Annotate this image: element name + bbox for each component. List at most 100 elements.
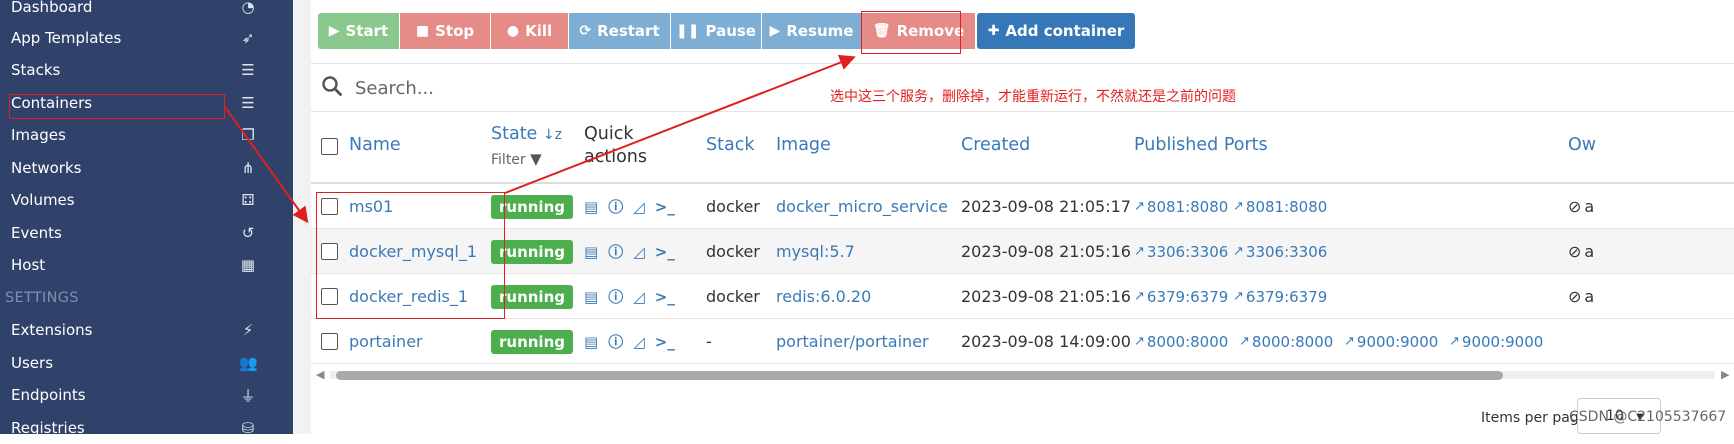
info-icon[interactable]: ⓘ [608,196,623,217]
published-port-link[interactable]: ↗ 8081:8080 [1134,184,1228,229]
created-cell: 2023-09-08 21:05:17 [961,197,1131,216]
start-button[interactable]: ▶ Start [318,13,399,49]
console-icon[interactable]: >_ [655,333,675,351]
plug-icon: ⏚ [240,386,256,405]
column-header-image[interactable]: Image [776,135,831,155]
resume-button[interactable]: ▶ Resume [762,13,861,49]
table-row: docker_mysql_1 running ▤ ⓘ ◿ >_ docker m… [311,229,1734,274]
published-port-link[interactable]: ↗ 3306:3306 [1233,229,1327,274]
play-icon: ▶ [328,23,340,39]
stats-icon[interactable]: ◿ [633,288,645,306]
ownership-cell: ⊘ a [1568,229,1594,274]
stop-icon: ■ [415,23,430,39]
kill-button[interactable]: ● Kill [491,13,568,49]
container-name-link[interactable]: portainer [349,319,423,364]
logs-icon[interactable]: ▤ [584,243,598,261]
kill-label: Kill [525,22,553,40]
add-container-label: Add container [1005,22,1125,40]
sidebar-item-volumes[interactable]: Volumes ⚃ [0,184,293,216]
published-port-link[interactable]: ↗ 6379:6379 [1134,274,1228,319]
image-link[interactable]: redis:6.0.20 [776,274,871,319]
port-value: 9000:9000 [1356,332,1439,351]
published-port-link[interactable]: ↗ 9000:9000 [1344,319,1438,364]
table-row: docker_redis_1 running ▤ ⓘ ◿ >_ docker r… [311,274,1734,319]
column-header-ownership[interactable]: Ow [1568,135,1596,155]
stop-button[interactable]: ■ Stop [400,13,490,49]
sidebar-item-events[interactable]: Events ↺ [0,217,293,249]
column-header-created[interactable]: Created [961,135,1030,155]
info-icon[interactable]: ⓘ [608,286,623,307]
sidebar-item-extensions[interactable]: Extensions ⚡ [0,314,293,346]
info-icon[interactable]: ⓘ [608,241,623,262]
console-icon[interactable]: >_ [655,288,675,306]
status-badge: running [491,329,573,354]
info-icon[interactable]: ⓘ [608,331,623,352]
scroll-right-icon[interactable]: ▶ [1721,368,1729,381]
start-label: Start [345,22,389,40]
add-container-button[interactable]: ✚ Add container [977,13,1135,49]
server-icon: ☰ [241,94,255,112]
image-link[interactable]: docker_micro_service [776,184,948,229]
image-link[interactable]: portainer/portainer [776,319,929,364]
stack-cell: - [706,332,712,351]
horizontal-scrollbar[interactable]: ◀ ▶ [316,368,1734,382]
published-port-link[interactable]: ↗ 6379:6379 [1233,274,1327,319]
column-header-state[interactable]: State ↓z [491,124,562,144]
ownership-value: a [1584,197,1595,216]
bolt-icon: ⚡ [242,321,254,339]
logs-icon[interactable]: ▤ [584,333,598,351]
sidebar-item-endpoints[interactable]: Endpoints ⏚ [0,379,293,411]
restart-button[interactable]: ⟳ Restart [569,13,670,49]
external-link-icon: ↗ [1233,289,1244,304]
column-header-published-ports[interactable]: Published Ports [1134,135,1268,155]
column-header-stack[interactable]: Stack [706,135,754,155]
logs-icon[interactable]: ▤ [584,198,598,216]
stats-icon[interactable]: ◿ [633,243,645,261]
pause-button[interactable]: ❚❚ Pause [671,13,761,49]
search-icon [322,76,342,96]
console-icon[interactable]: >_ [655,198,675,216]
stats-icon[interactable]: ◿ [633,198,645,216]
published-port-link[interactable]: ↗ 8081:8080 [1233,184,1327,229]
external-link-icon: ↗ [1134,334,1145,349]
console-icon[interactable]: >_ [655,243,675,261]
external-link-icon: ↗ [1239,334,1250,349]
published-port-link[interactable]: ↗ 3306:3306 [1134,229,1228,274]
port-value: 3306:3306 [1245,242,1328,261]
sidebar-item-host[interactable]: Host ▦ [0,249,293,281]
rocket-icon: ➶ [241,29,255,47]
sidebar-item-dashboard[interactable]: Dashboard ◔ [0,0,293,23]
ownership-cell: ⊘ a [1568,274,1594,319]
sidebar-item-registries[interactable]: Registries ⛁ [0,412,293,444]
logs-icon[interactable]: ▤ [584,288,598,306]
quick-actions: ▤ ⓘ ◿ >_ [584,319,675,364]
image-link[interactable]: mysql:5.7 [776,229,855,274]
published-port-link[interactable]: ↗ 8000:8000 [1239,319,1333,364]
stats-icon[interactable]: ◿ [633,333,645,351]
scroll-left-icon[interactable]: ◀ [316,368,324,381]
sidebar-item-label: Extensions [11,321,93,339]
published-port-link[interactable]: ↗ 8000:8000 [1134,319,1228,364]
history-icon: ↺ [241,224,255,242]
clone-icon: ❐ [241,126,255,144]
sidebar-item-stacks[interactable]: Stacks ☰ [0,54,293,86]
plus-icon: ✚ [987,23,1000,39]
scrollbar-thumb[interactable] [336,371,1503,380]
sitemap-icon: ⋔ [241,159,255,177]
resume-label: Resume [786,22,854,40]
stack-cell: docker [706,287,760,306]
sidebar-item-images[interactable]: Images ❐ [0,119,293,151]
ownership-value: a [1584,287,1595,306]
sidebar-item-app-templates[interactable]: App Templates ➶ [0,22,293,54]
published-port-link[interactable]: ↗ 9000:9000 [1449,319,1543,364]
select-all-checkbox[interactable] [321,138,338,155]
row-checkbox[interactable] [321,333,338,350]
state-filter[interactable]: Filter ▼ [491,150,542,168]
sidebar-item-networks[interactable]: Networks ⋔ [0,152,293,184]
sidebar-item-users[interactable]: Users 👥 [0,347,293,379]
filter-label: Filter [491,152,526,168]
column-header-quick-actions-line1: Quick [584,124,634,144]
created-cell: 2023-09-08 21:05:16 [961,242,1131,261]
column-header-name[interactable]: Name [349,135,401,155]
port-value: 8000:8000 [1251,332,1334,351]
